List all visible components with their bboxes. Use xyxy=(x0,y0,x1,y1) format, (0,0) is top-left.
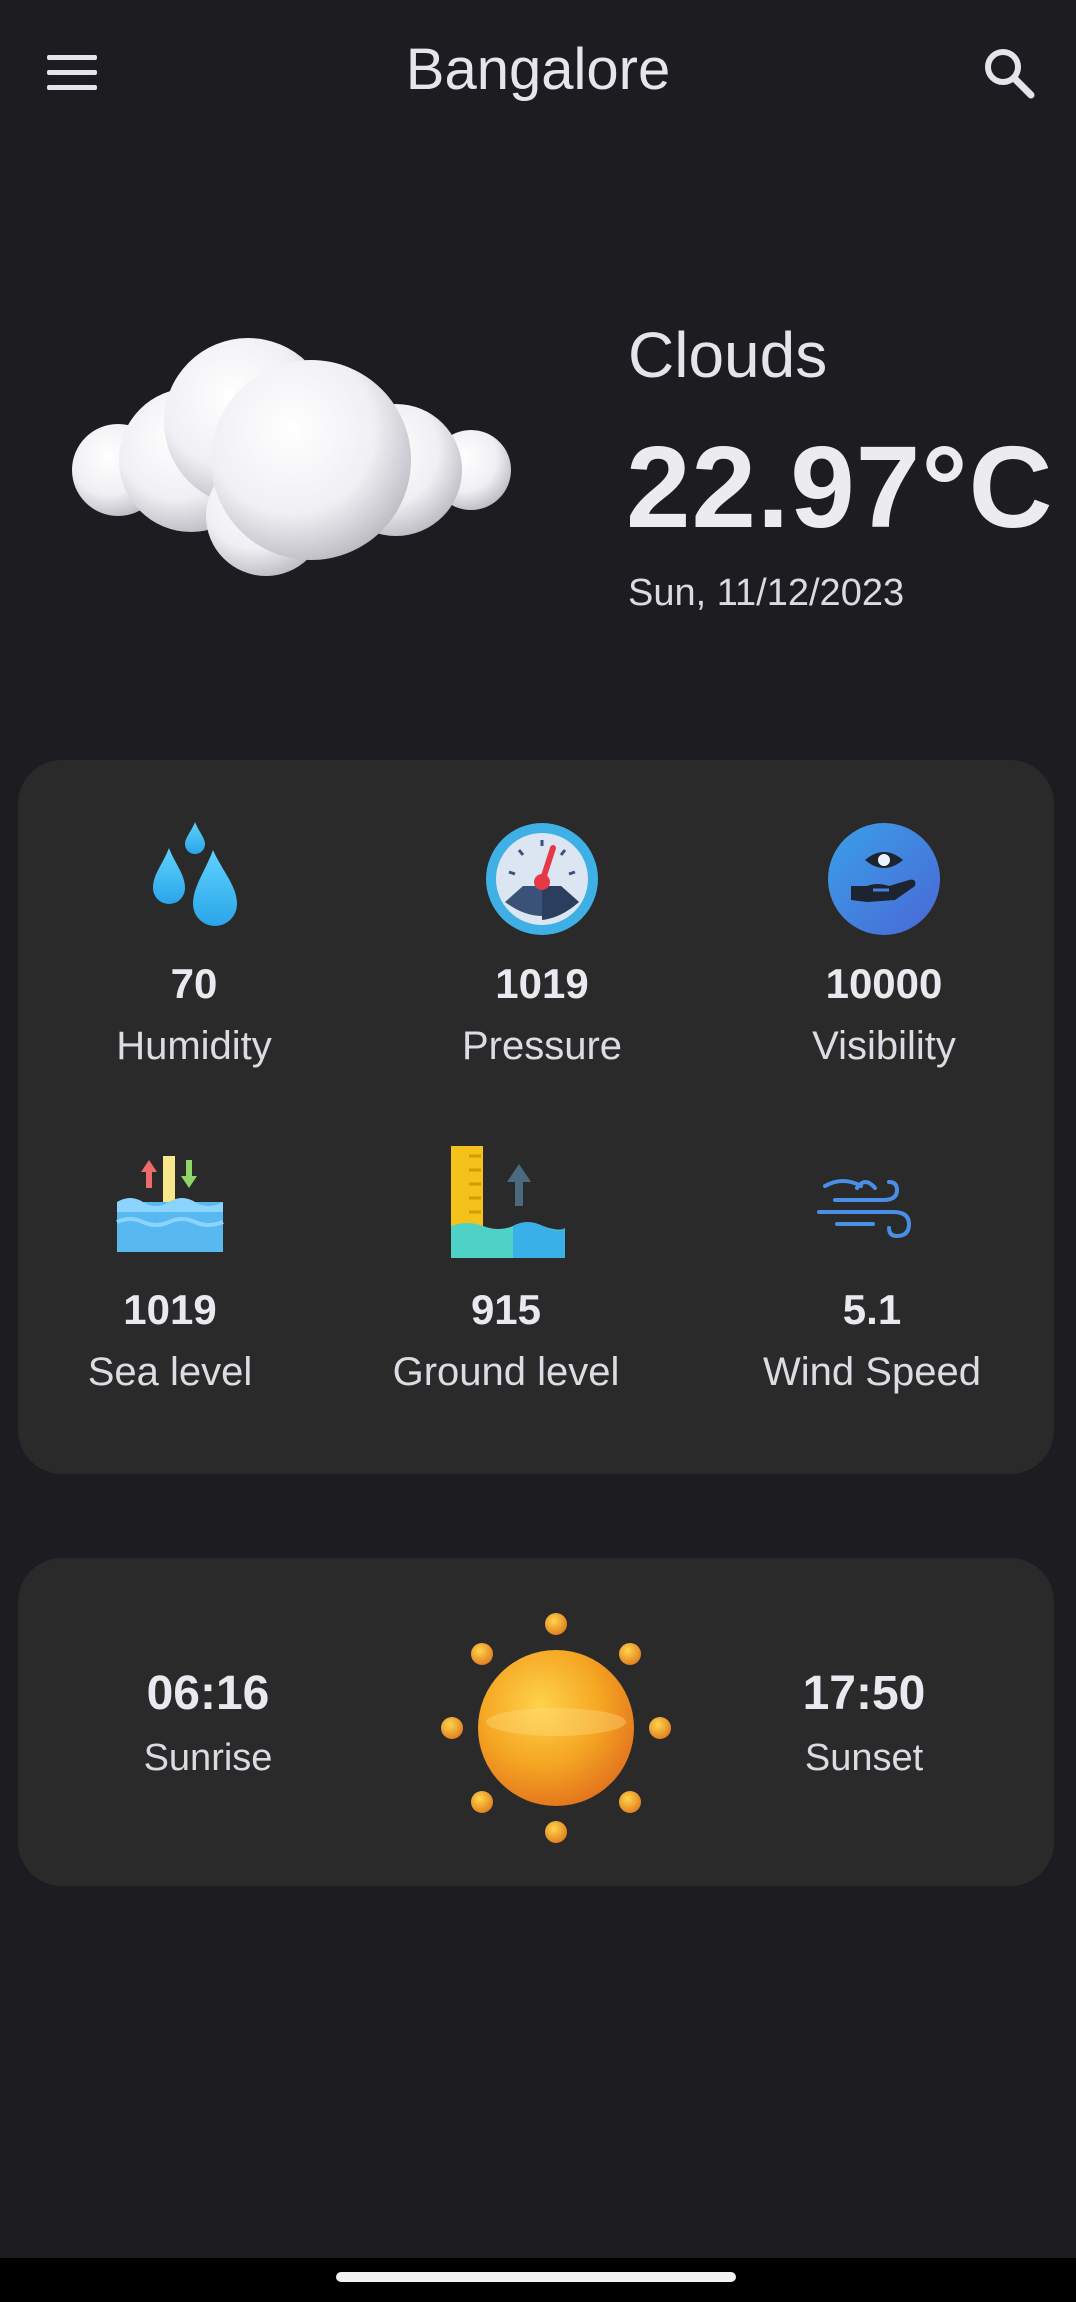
humidity-value: 70 xyxy=(170,960,218,1007)
sea-level-value: 1019 xyxy=(123,1286,217,1333)
sea-level-icon xyxy=(116,1156,224,1252)
temperature: 22.97°C xyxy=(626,422,1054,552)
weather-screen: Bangalore Clouds 22.97°C Sun, 11/12/2023 xyxy=(0,0,1076,2302)
visibility-metric: 10000 Visibility xyxy=(734,820,1034,1069)
pressure-value: 1019 xyxy=(495,960,589,1007)
home-indicator[interactable] xyxy=(336,2272,736,2282)
wind-speed-metric: 5.1 Wind Speed xyxy=(722,1146,1022,1395)
sunrise: 06:16 Sunrise xyxy=(78,1666,338,1780)
humidity-metric: 70 Humidity xyxy=(44,820,344,1069)
ground-level-label: Ground level xyxy=(392,1350,620,1394)
sunset-label: Sunset xyxy=(804,1737,924,1779)
sunrise-time: 06:16 xyxy=(146,1667,270,1720)
weather-details-card: 70 Humidity 1019 Pressure 10000 Visibili… xyxy=(18,760,1054,1474)
weather-condition: Clouds xyxy=(628,319,828,391)
search-button[interactable] xyxy=(966,30,1052,116)
wind-speed-value: 5.1 xyxy=(842,1286,902,1333)
cloud-icon xyxy=(72,338,511,576)
sunset-time: 17:50 xyxy=(802,1667,926,1720)
humidity-icon xyxy=(153,822,237,926)
top-app-bar: Bangalore xyxy=(0,0,1076,140)
ground-level-value: 915 xyxy=(470,1286,542,1333)
visibility-icon xyxy=(828,823,940,935)
sea-level-metric: 1019 Sea level xyxy=(20,1146,320,1395)
search-icon xyxy=(985,49,1035,99)
visibility-label: Visibility xyxy=(812,1024,956,1068)
humidity-label: Humidity xyxy=(116,1024,272,1068)
date: Sun, 11/12/2023 xyxy=(628,572,905,614)
sea-level-label: Sea level xyxy=(87,1350,253,1394)
ground-level-metric: 915 Ground level xyxy=(356,1146,656,1395)
pressure-gauge-icon xyxy=(486,823,598,935)
pressure-label: Pressure xyxy=(461,1024,623,1068)
sun-icon xyxy=(441,1613,671,1843)
pressure-metric: 1019 Pressure xyxy=(392,820,692,1069)
sun-times-card: 06:16 Sunrise 17:50 Sunset xyxy=(18,1558,1054,1886)
wind-icon xyxy=(817,1179,912,1239)
city-title: Bangalore xyxy=(405,37,671,102)
wind-speed-label: Wind Speed xyxy=(763,1350,981,1394)
ground-level-icon xyxy=(451,1146,565,1258)
sunrise-label: Sunrise xyxy=(143,1737,273,1779)
sunset: 17:50 Sunset xyxy=(734,1666,994,1780)
visibility-value: 10000 xyxy=(825,960,943,1007)
